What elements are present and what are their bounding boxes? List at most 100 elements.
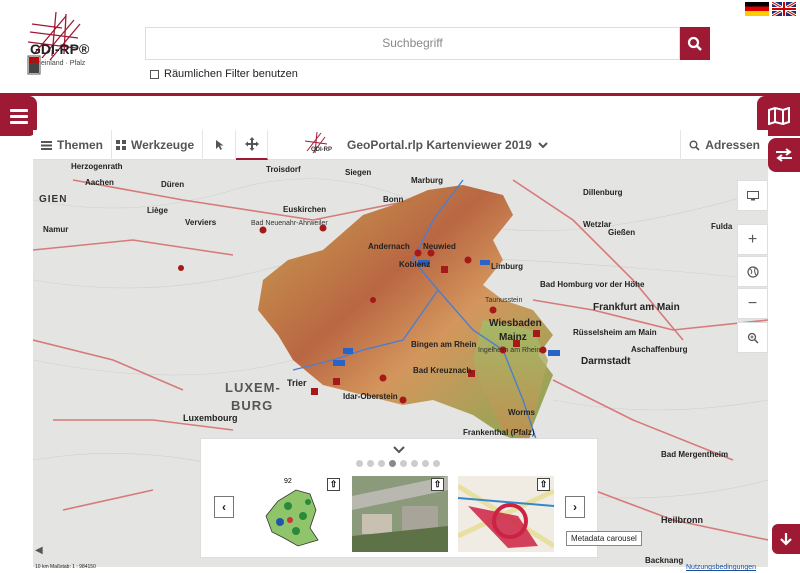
add-layer-button[interactable]: ⇧ — [537, 478, 550, 491]
carousel-thumbnail-2[interactable]: ⇧ — [352, 476, 448, 552]
carousel-tooltip: Metadata carousel — [566, 531, 642, 546]
map-label-gien: GIEN — [39, 194, 68, 205]
carousel-dot[interactable] — [356, 460, 363, 467]
zoom-box-button[interactable] — [737, 322, 768, 353]
hamburger-icon — [9, 109, 28, 124]
zoom-out-button[interactable]: − — [737, 288, 768, 319]
map-label-heilbronn: Heilbronn — [661, 515, 703, 525]
swap-button[interactable] — [768, 138, 800, 172]
spatial-filter-label: Räumlichen Filter benutzen — [164, 68, 298, 80]
map-label-frankfurt: Frankfurt am Main — [593, 302, 680, 313]
app-root: GDI-RP® Rheinland · Pfalz Suchbegriff Rä… — [0, 0, 800, 573]
monitor-icon — [746, 190, 759, 200]
map-label-badkreuznach: Bad Kreuznach — [413, 366, 472, 375]
map-label-limburg: Limburg — [491, 262, 523, 271]
scroll-down-button[interactable] — [772, 524, 800, 554]
german-flag-icon[interactable] — [745, 2, 769, 16]
select-tool-button[interactable] — [204, 130, 236, 160]
carousel-dot[interactable] — [411, 460, 418, 467]
map-label-namur: Namur — [43, 225, 69, 234]
chevron-down-icon — [393, 446, 405, 454]
map-pan-left-icon[interactable]: ◀ — [35, 545, 43, 556]
map-label-siegen: Siegen — [345, 168, 372, 177]
tools-button[interactable]: Werkzeuge — [108, 130, 204, 160]
map-label-ruesselsheim: Rüsselsheim am Main — [573, 328, 657, 337]
map-label-backnang: Backnang — [645, 556, 684, 565]
uk-flag-icon — [772, 2, 796, 16]
map-label-luxembourg: Luxembourg — [183, 413, 238, 423]
map-label-liege: Liège — [147, 206, 168, 215]
menu-button[interactable] — [0, 96, 37, 136]
carousel-indicators — [356, 460, 440, 467]
english-flag-icon[interactable] — [772, 2, 796, 16]
fullscreen-button[interactable] — [737, 180, 768, 211]
carousel-dot[interactable] — [378, 460, 385, 467]
logo-subtitle: Rheinland · Pfalz — [32, 60, 86, 67]
address-search-button[interactable]: Adressen — [680, 130, 768, 160]
grid-icon — [116, 140, 126, 150]
add-layer-button[interactable]: ⇧ — [327, 478, 340, 491]
arrow-up-icon: ⇧ — [539, 479, 548, 489]
thumbnail-label: 92 — [284, 478, 292, 485]
plus-icon: + — [747, 230, 758, 248]
header-divider — [0, 93, 800, 96]
carousel-dot-active[interactable] — [389, 460, 396, 467]
themes-label: Themen — [57, 138, 104, 152]
terms-link[interactable]: Nutzungsbedingungen — [686, 564, 756, 571]
pan-tool-button[interactable] — [236, 130, 268, 160]
map-label-neuwied: Neuwied — [423, 242, 456, 251]
checkbox-icon[interactable] — [150, 69, 159, 79]
map-label-dillenburg: Dillenburg — [583, 188, 623, 197]
carousel-dot[interactable] — [367, 460, 374, 467]
map-label-giessen: Gießen — [608, 228, 636, 237]
carousel-dot[interactable] — [422, 460, 429, 467]
carousel-dot[interactable] — [400, 460, 407, 467]
globe-button[interactable] — [737, 256, 768, 287]
carousel-dot[interactable] — [433, 460, 440, 467]
map-label-darmstadt: Darmstadt — [581, 356, 631, 367]
address-label: Adressen — [705, 138, 760, 152]
collapse-carousel-button[interactable] — [393, 441, 405, 459]
list-icon — [41, 140, 52, 150]
map-label-badhomburg: Bad Homburg vor der Höhe — [540, 280, 645, 289]
arrow-down-icon — [780, 533, 792, 546]
map-label-badneuenahr: Bad Neuenahr-Ahrweiler — [251, 220, 328, 227]
map-label-verviers: Verviers — [185, 218, 217, 227]
zoom-in-button[interactable]: + — [737, 224, 768, 255]
search-button[interactable] — [680, 27, 710, 60]
map-label-frankenthal: Frankenthal (Pfalz) — [463, 428, 535, 437]
header: GDI-RP® Rheinland · Pfalz Suchbegriff Rä… — [0, 0, 800, 93]
zoom-search-icon — [747, 332, 759, 344]
chevron-left-icon: ‹ — [222, 500, 226, 514]
map-icon — [767, 107, 790, 125]
carousel-thumbnail-3[interactable]: ⇧ — [458, 476, 554, 552]
carousel-next-button[interactable]: › — [565, 496, 585, 518]
themes-button[interactable]: Themen — [33, 130, 113, 160]
exchange-icon — [776, 148, 792, 162]
search-icon — [689, 140, 700, 151]
map-label-wiesbaden: Wiesbaden — [489, 318, 542, 329]
map-label-herzogenrath: Herzogenrath — [71, 162, 123, 171]
gdi-small-logo-icon: GDI-RP — [304, 131, 332, 154]
arrow-up-icon: ⇧ — [329, 479, 338, 489]
viewer-title[interactable]: GDI-RP GeoPortal.rlp Kartenviewer 2019 — [303, 130, 548, 160]
map-label-idar: Idar-Oberstein — [343, 392, 398, 401]
svg-text:GDI-RP: GDI-RP — [311, 147, 332, 153]
map-label-duren: Düren — [161, 180, 185, 189]
map-label-aachen: Aachen — [85, 178, 114, 187]
carousel-thumbnail-1[interactable]: 92 ⇧ — [248, 476, 344, 552]
carousel-prev-button[interactable]: ‹ — [214, 496, 234, 518]
map-label-fulda: Fulda — [711, 222, 733, 231]
spatial-filter-checkbox[interactable]: Räumlichen Filter benutzen — [150, 68, 298, 80]
search-input[interactable]: Suchbegriff — [145, 27, 680, 60]
add-layer-button[interactable]: ⇧ — [431, 478, 444, 491]
metadata-carousel: ‹ 92 ⇧ ⇧ ⇧ › — [200, 438, 598, 558]
map-label-luxembourg-region-2: BURG — [231, 398, 274, 413]
search-icon — [687, 36, 702, 51]
map-label-euskirchen: Euskirchen — [283, 205, 327, 214]
map-label-bonn: Bonn — [383, 195, 404, 204]
arrow-up-icon: ⇧ — [433, 479, 442, 489]
map-label-andernach: Andernach — [368, 242, 410, 251]
map-label-ingelheim: Ingelheim am Rhein — [478, 347, 541, 354]
chevron-right-icon: › — [573, 500, 577, 514]
